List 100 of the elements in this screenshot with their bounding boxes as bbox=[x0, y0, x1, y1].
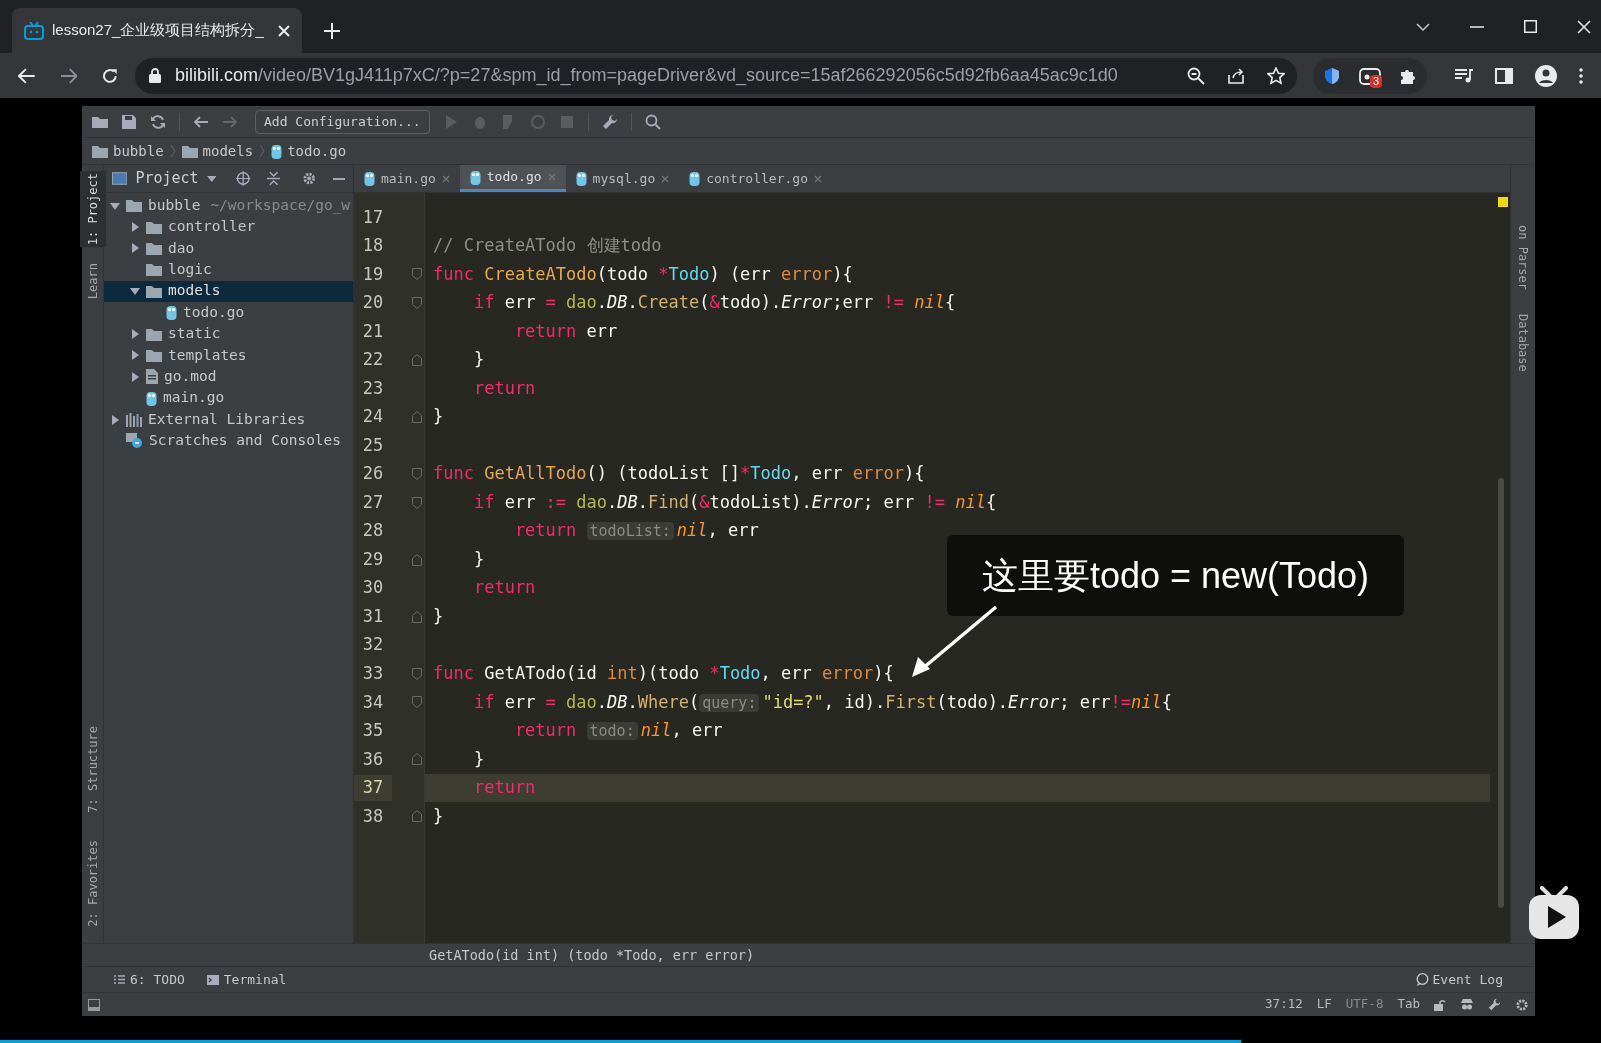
line-number: 27 bbox=[361, 490, 385, 514]
star-icon[interactable] bbox=[1267, 66, 1285, 85]
fold-icon[interactable] bbox=[412, 696, 422, 709]
cursor-position[interactable]: 37:12 bbox=[1265, 995, 1303, 1014]
forward-arrow-icon[interactable] bbox=[59, 67, 78, 84]
address-bar[interactable]: bilibili.com/video/BV1gJ411p7xC/?p=27&spm_id_from=pageDriver&vd_source=15af266292056c5d92fb6aa45ac9c1d0 bbox=[135, 57, 1297, 94]
play-button[interactable] bbox=[1528, 886, 1580, 940]
tree-item[interactable]: go.mod bbox=[104, 366, 353, 388]
side-panel-icon[interactable] bbox=[1495, 67, 1513, 84]
shield-icon[interactable] bbox=[1323, 66, 1341, 85]
fold-end-icon[interactable] bbox=[412, 753, 422, 766]
tool-window-tab[interactable]: 1: Project bbox=[79, 171, 106, 248]
inspector-icon[interactable] bbox=[1460, 998, 1474, 1011]
tool-window-tab[interactable]: on Parser bbox=[1514, 225, 1532, 291]
tree-item[interactable]: todo.go bbox=[104, 301, 353, 324]
collapsed-arrow-icon[interactable] bbox=[130, 350, 140, 361]
collapsed-arrow-icon[interactable] bbox=[110, 414, 120, 425]
fold-icon[interactable] bbox=[412, 468, 422, 481]
tab-label: main.go bbox=[381, 169, 436, 188]
editor-tab[interactable]: mysql.go bbox=[565, 165, 680, 192]
reload-icon[interactable] bbox=[101, 66, 119, 85]
caret-icon[interactable] bbox=[206, 175, 217, 182]
breadcrumb-label: todo.go bbox=[287, 141, 347, 161]
lock-icon[interactable] bbox=[149, 68, 161, 83]
tree-label: go.mod bbox=[164, 366, 217, 386]
lock-icon[interactable] bbox=[1434, 998, 1446, 1011]
wrench-icon[interactable] bbox=[1488, 998, 1501, 1011]
fold-icon[interactable] bbox=[412, 496, 422, 509]
media-icon[interactable] bbox=[1455, 68, 1473, 83]
minimize-icon[interactable] bbox=[332, 177, 345, 180]
run-configuration-button[interactable]: Add Configuration... bbox=[255, 109, 430, 134]
tree-item[interactable]: controller bbox=[104, 216, 353, 238]
expanded-arrow-icon[interactable] bbox=[110, 200, 120, 211]
sync-icon[interactable] bbox=[150, 113, 166, 130]
tree-item[interactable]: static bbox=[104, 323, 353, 345]
fold-icon[interactable] bbox=[412, 296, 422, 309]
indent-setting[interactable]: Tab bbox=[1397, 995, 1420, 1014]
wrench-icon[interactable] bbox=[601, 113, 618, 130]
tree-item[interactable]: dao bbox=[104, 237, 353, 260]
back-arrow-icon[interactable] bbox=[193, 113, 209, 130]
tree-label: templates bbox=[168, 345, 247, 365]
scrollbar[interactable] bbox=[1498, 478, 1504, 908]
zoom-icon[interactable] bbox=[1187, 66, 1205, 85]
tool-window-button[interactable]: 6: TODO bbox=[114, 969, 185, 990]
tool-label: Terminal bbox=[223, 970, 287, 989]
gear-icon[interactable] bbox=[1515, 997, 1529, 1012]
collapse-icon[interactable] bbox=[266, 171, 281, 186]
tree-item[interactable]: logic bbox=[104, 259, 353, 281]
panel-title[interactable]: Project bbox=[135, 167, 199, 190]
target-icon[interactable] bbox=[236, 171, 251, 186]
tab-label: todo.go bbox=[486, 168, 542, 187]
menu-icon[interactable] bbox=[1579, 67, 1583, 84]
gear-icon[interactable] bbox=[302, 171, 317, 186]
tool-window-tab[interactable]: Database bbox=[1514, 314, 1532, 372]
fold-end-icon[interactable] bbox=[412, 810, 422, 823]
editor-tab[interactable]: main.go bbox=[354, 165, 460, 192]
breadcrumb-item[interactable]: models bbox=[181, 140, 254, 162]
breadcrumb-item[interactable]: bubble bbox=[92, 140, 164, 162]
breadcrumb-item[interactable]: todo.go bbox=[271, 140, 347, 162]
panel-toggle-icon[interactable] bbox=[88, 998, 100, 1011]
search-icon[interactable] bbox=[644, 113, 661, 130]
code-line: func GetAllTodo() (todoList []*Todo, err error){ bbox=[433, 462, 925, 486]
collapsed-arrow-icon[interactable] bbox=[130, 243, 140, 254]
tool-window-tab[interactable]: Learn bbox=[79, 261, 106, 302]
collapsed-arrow-icon[interactable] bbox=[130, 371, 140, 382]
tool-window-tab[interactable]: 7: Structure bbox=[79, 723, 106, 815]
collapsed-arrow-icon[interactable] bbox=[130, 329, 140, 340]
tree-item[interactable]: bubble ~/workspace/go_w bbox=[104, 195, 353, 217]
tree-item[interactable]: models bbox=[104, 280, 353, 302]
chevron-down-icon[interactable] bbox=[1416, 22, 1430, 31]
tree-item[interactable]: Scratches and Consoles bbox=[104, 430, 353, 452]
save-icon[interactable] bbox=[121, 113, 137, 130]
fold-icon[interactable] bbox=[412, 667, 422, 680]
tool-window-tab[interactable]: 2: Favorites bbox=[79, 838, 106, 929]
tool-window-button[interactable]: Terminal bbox=[206, 969, 287, 990]
fold-icon[interactable] bbox=[412, 268, 422, 281]
fold-end-icon[interactable] bbox=[412, 411, 422, 423]
gopher-icon bbox=[689, 171, 701, 186]
maximize-icon[interactable] bbox=[1524, 20, 1537, 33]
extension-icon[interactable] bbox=[1359, 65, 1381, 86]
fold-end-icon[interactable] bbox=[412, 353, 422, 366]
tree-item[interactable]: External Libraries bbox=[104, 408, 353, 431]
browser-tab[interactable]: lesson27_企业级项目结构拆分_ bbox=[12, 8, 302, 53]
fold-end-icon[interactable] bbox=[412, 553, 422, 566]
tree-item[interactable]: main.go bbox=[104, 387, 353, 409]
profile-icon[interactable] bbox=[1535, 64, 1557, 87]
event-log-button[interactable]: Event Log bbox=[1415, 969, 1503, 990]
fold-end-icon[interactable] bbox=[412, 610, 422, 623]
editor-tab[interactable]: controller.go bbox=[679, 165, 832, 192]
new-tab-icon[interactable] bbox=[324, 23, 340, 39]
share-icon[interactable] bbox=[1227, 66, 1245, 85]
code-line: } bbox=[472, 348, 485, 372]
collapsed-arrow-icon[interactable] bbox=[130, 222, 140, 233]
expanded-arrow-icon[interactable] bbox=[130, 286, 140, 297]
code-line: return err bbox=[513, 319, 618, 343]
warning-marker-icon[interactable] bbox=[1498, 197, 1508, 207]
back-arrow-icon[interactable] bbox=[18, 67, 36, 84]
line-separator[interactable]: LF bbox=[1316, 995, 1332, 1014]
tree-item[interactable]: templates bbox=[104, 344, 353, 367]
editor-tab[interactable]: todo.go bbox=[459, 165, 566, 192]
